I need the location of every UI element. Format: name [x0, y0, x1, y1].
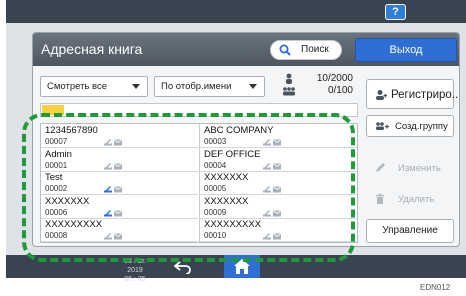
- edit-button[interactable]: Изменить: [366, 158, 454, 180]
- entry-count: 10/2000: [316, 73, 353, 84]
- trash-icon: [376, 193, 384, 204]
- create-group-label: Созд.группу: [395, 121, 448, 132]
- search-icon: [279, 44, 291, 56]
- highlight-outline: [22, 113, 355, 262]
- add-user-icon: [376, 90, 387, 100]
- help-button[interactable]: ?: [385, 4, 406, 20]
- figure-code: EDN012: [420, 283, 451, 292]
- sort-dropdown[interactable]: По отобр.имени: [154, 76, 265, 97]
- add-group-icon: [376, 122, 389, 130]
- register-label: Регистриро...: [391, 89, 460, 101]
- title-bar: Адресная книга Поиск Выход: [33, 33, 459, 66]
- pencil-icon: [376, 163, 385, 172]
- view-filter-value: Смотреть все: [47, 81, 107, 92]
- management-button[interactable]: Управление: [366, 219, 454, 243]
- user-count-icon: [283, 73, 295, 96]
- delete-label: Удалить: [398, 194, 435, 205]
- chevron-down-icon: [132, 84, 140, 89]
- edit-label: Изменить: [398, 163, 441, 174]
- page-title: Адресная книга: [41, 41, 143, 57]
- energy-saver-icon[interactable]: [446, 6, 456, 18]
- delete-button[interactable]: Удалить: [366, 189, 454, 211]
- back-icon[interactable]: [174, 260, 192, 274]
- chevron-down-icon: [249, 84, 257, 89]
- create-group-button[interactable]: Созд.группу: [366, 115, 454, 137]
- status-bar: ?: [6, 0, 466, 23]
- sort-value: По отобр.имени: [161, 81, 232, 92]
- view-filter-dropdown[interactable]: Смотреть все: [40, 76, 148, 97]
- search-button[interactable]: Поиск: [270, 40, 342, 60]
- search-label: Поиск: [301, 44, 329, 55]
- group-count: 0/100: [327, 85, 353, 96]
- exit-button[interactable]: Выход: [355, 38, 457, 62]
- time-text: 06 : 35: [124, 276, 146, 283]
- register-button[interactable]: Регистриро...: [366, 79, 459, 109]
- entry-counter: 10/2000 0/100: [301, 73, 353, 97]
